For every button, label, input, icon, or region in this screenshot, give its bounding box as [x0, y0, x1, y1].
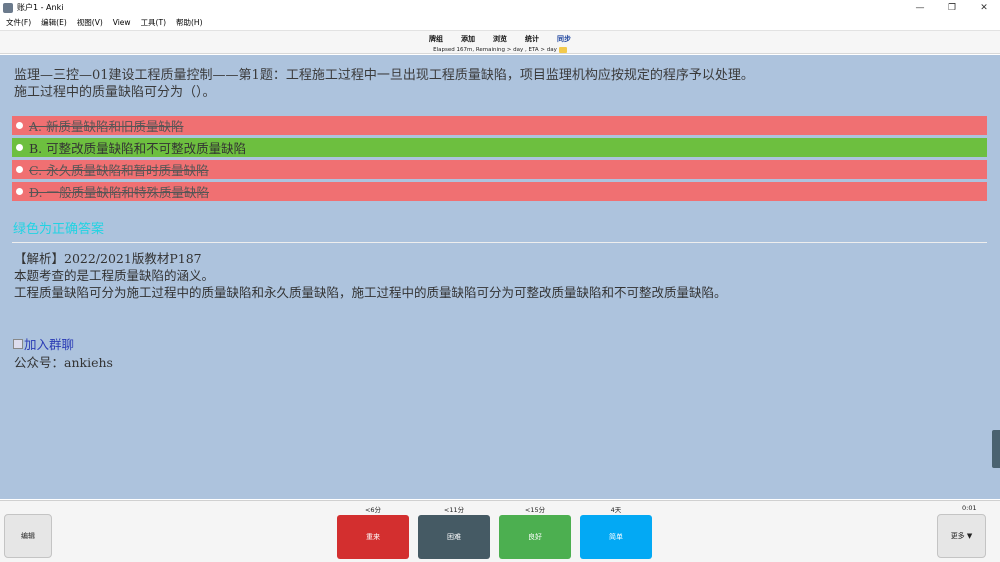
explanation-line-3: 工程质量缺陷可分为施工过程中的质量缺陷和永久质量缺陷，施工过程中的质量缺陷可分为… [14, 285, 727, 300]
window-title: 账户1 - Anki [17, 3, 64, 12]
explanation-line-1: 【解析】2022/2021版教材P187 [14, 251, 202, 266]
question-line-2: 施工过程中的质量缺陷可分为（）。 [14, 85, 216, 100]
menu-tools[interactable]: 工具(T) [141, 17, 166, 28]
menu-help[interactable]: 帮助(H) [176, 17, 203, 28]
menu-file[interactable]: 文件(F) [6, 17, 31, 28]
decks-link[interactable]: 牌组 [429, 34, 443, 44]
explanation: 【解析】2022/2021版教材P187 本题考查的是工程质量缺陷的涵义。 工程… [14, 250, 984, 301]
progress-text: Elapsed 167m, Remaining > day , ETA > da… [433, 47, 557, 53]
sync-status-icon [558, 46, 567, 53]
more-button[interactable]: 更多 ▼ [937, 514, 986, 558]
question-line-1: 监理—三控—01建设工程质量控制——第1题：工程施工过程中一旦出现工程质量缺陷，… [14, 68, 754, 83]
sync-link[interactable]: 同步 [557, 34, 571, 44]
menu-view-cn[interactable]: 视图(V) [77, 17, 103, 28]
menu-edit[interactable]: 编辑(E) [41, 17, 67, 28]
edit-button[interactable]: 编辑 [4, 514, 52, 558]
answer-divider [12, 242, 987, 243]
stats-link[interactable]: 统计 [525, 34, 539, 44]
option-b[interactable]: B. 可整改质量缺陷和不可整改质量缺陷 [12, 138, 987, 157]
hard-button[interactable]: 困难 [418, 515, 490, 559]
explanation-line-2: 本题考查的是工程质量缺陷的涵义。 [14, 268, 215, 283]
side-panel-handle[interactable] [992, 430, 1000, 468]
easy-interval: 4天 [610, 506, 622, 514]
option-d[interactable]: D. 一般质量缺陷和特殊质量缺陷 [12, 182, 987, 201]
radio-icon [16, 144, 23, 151]
join-group-link[interactable]: 加入群聊 [13, 334, 74, 353]
minimize-icon[interactable]: — [904, 0, 936, 15]
radio-icon [16, 122, 23, 129]
again-interval: <6分 [364, 506, 382, 514]
add-link[interactable]: 添加 [461, 34, 475, 44]
answer-bar: 编辑 <6分 重来 <11分 困难 <15分 良好 4天 简单 0:01 更多 … [0, 500, 1000, 562]
easy-button[interactable]: 简单 [580, 515, 652, 559]
top-toolbar: 牌组 添加 浏览 统计 同步 [0, 30, 1000, 46]
radio-icon [16, 166, 23, 173]
option-b-text: B. 可整改质量缺陷和不可整改质量缺陷 [29, 141, 247, 156]
option-d-text: D. 一般质量缺陷和特殊质量缺陷 [29, 185, 210, 200]
question-text: 监理—三控—01建设工程质量控制——第1题：工程施工过程中一旦出现工程质量缺陷，… [14, 67, 984, 101]
radio-icon [16, 188, 23, 195]
option-a[interactable]: A. 新质量缺陷和旧质量缺陷 [12, 116, 987, 135]
maximize-icon[interactable]: ❐ [936, 0, 968, 15]
option-c[interactable]: C. 永久质量缺陷和暂时质量缺陷 [12, 160, 987, 179]
option-c-text: C. 永久质量缺陷和暂时质量缺陷 [29, 163, 209, 178]
option-a-text: A. 新质量缺陷和旧质量缺陷 [29, 119, 184, 134]
hard-interval: <11分 [443, 506, 465, 514]
menu-view[interactable]: View [113, 18, 131, 27]
browse-link[interactable]: 浏览 [493, 34, 507, 44]
title-bar: 账户1 - Anki — ❐ ✕ [0, 0, 1000, 15]
good-interval: <15分 [524, 506, 546, 514]
window-controls: — ❐ ✕ [904, 0, 1000, 15]
anki-app-icon [3, 2, 13, 13]
good-button[interactable]: 良好 [499, 515, 571, 559]
menu-bar: 文件(F) 编辑(E) 视图(V) View 工具(T) 帮助(H) [0, 15, 1000, 29]
progress-bar: Elapsed 167m, Remaining > day , ETA > da… [0, 46, 1000, 54]
public-account-text: 公众号：ankiehs [14, 355, 113, 370]
broken-image-icon [13, 338, 23, 349]
card-area: 监理—三控—01建设工程质量控制——第1题：工程施工过程中一旦出现工程质量缺陷，… [0, 55, 1000, 499]
again-button[interactable]: 重来 [337, 515, 409, 559]
join-group-text: 加入群聊 [24, 337, 75, 352]
close-icon[interactable]: ✕ [968, 0, 1000, 15]
answer-hint: 绿色为正确答案 [13, 222, 105, 237]
answer-timer: 0:01 [962, 504, 977, 512]
options-list: A. 新质量缺陷和旧质量缺陷 B. 可整改质量缺陷和不可整改质量缺陷 C. 永久… [12, 116, 987, 204]
